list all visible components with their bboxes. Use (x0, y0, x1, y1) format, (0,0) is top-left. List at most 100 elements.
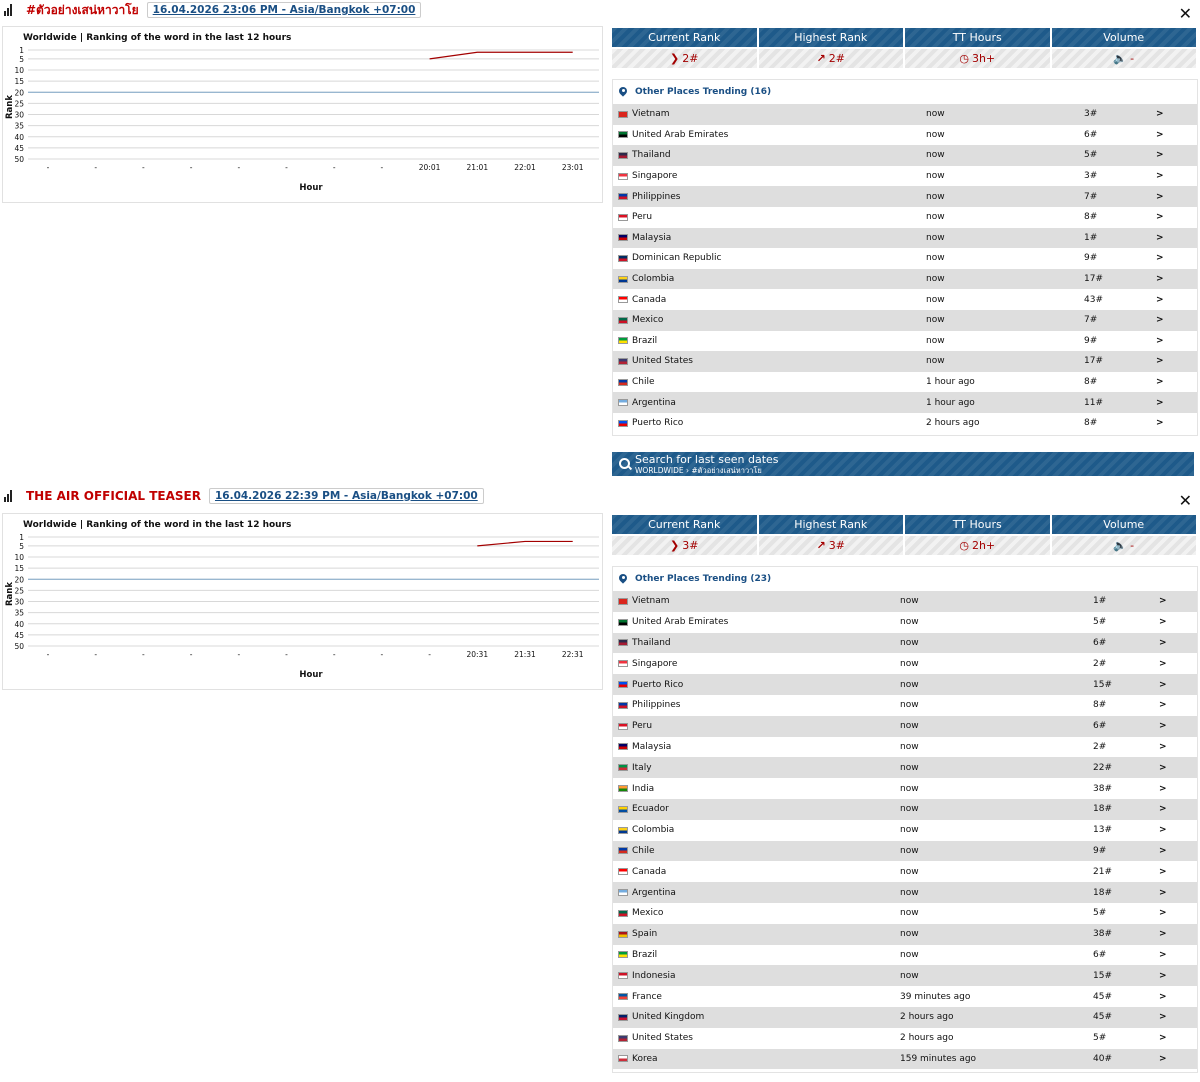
chevron-right-icon[interactable]: > (1159, 825, 1167, 835)
close-icon[interactable]: ✕ (1179, 6, 1192, 22)
place-row-malaysia[interactable]: Malaysia now 1# > (613, 227, 1197, 249)
trend-datetime-link[interactable]: 16.04.2026 22:39 PM - Asia/Bangkok +07:0… (208, 488, 484, 504)
place-row-thailand[interactable]: Thailand now 6# > (613, 632, 1197, 654)
y-tick-label: 30 (14, 111, 24, 120)
chevron-right-icon[interactable]: > (1156, 109, 1164, 119)
place-row-korea[interactable]: Korea 159 minutes ago 40# > (613, 1048, 1197, 1070)
stat-value-box: ↗ 3# (758, 536, 903, 555)
chevron-right-icon[interactable]: > (1159, 804, 1167, 814)
chevron-right-icon[interactable]: > (1156, 315, 1164, 325)
chevron-right-icon[interactable]: > (1159, 950, 1167, 960)
place-rank: 5# (1084, 150, 1098, 161)
place-row-canada[interactable]: Canada now 21# > (613, 861, 1197, 882)
place-row-puerto-rico[interactable]: Puerto Rico now 15# > (613, 674, 1197, 695)
chevron-right-icon[interactable]: > (1156, 130, 1164, 140)
chevron-right-icon[interactable]: > (1159, 763, 1167, 773)
place-rank: 6# (1084, 129, 1098, 140)
rank-series-line (429, 51, 573, 60)
flag-icon (618, 785, 628, 793)
place-row-italy[interactable]: Italy now 22# > (613, 757, 1197, 779)
place-row-vietnam[interactable]: Vietnam now 1# > (613, 591, 1197, 612)
chevron-right-icon[interactable]: > (1159, 846, 1167, 856)
place-row-chile[interactable]: Chile now 9# > (613, 840, 1197, 862)
chevron-right-icon[interactable]: > (1159, 929, 1167, 939)
chevron-right-icon[interactable]: > (1159, 1033, 1167, 1043)
chevron-right-icon[interactable]: > (1159, 700, 1167, 710)
flag-icon (618, 722, 628, 730)
place-row-colombia[interactable]: Colombia now 17# > (613, 268, 1197, 290)
chevron-right-icon[interactable]: > (1159, 867, 1167, 877)
chevron-right-icon[interactable]: > (1156, 150, 1164, 160)
place-row-thailand[interactable]: Thailand now 5# > (613, 145, 1197, 166)
chevron-right-icon[interactable]: > (1159, 784, 1167, 794)
chevron-right-icon[interactable]: > (1159, 1012, 1167, 1022)
place-row-singapore[interactable]: Singapore now 2# > (613, 653, 1197, 674)
close-icon[interactable]: ✕ (1179, 493, 1192, 509)
place-row-united-kingdom[interactable]: United Kingdom 2 hours ago 45# > (613, 1006, 1197, 1028)
place-row-spain[interactable]: Spain now 38# > (613, 923, 1197, 945)
chevron-right-icon[interactable]: > (1156, 212, 1164, 222)
place-row-philippines[interactable]: Philippines now 7# > (613, 186, 1197, 207)
place-row-canada[interactable]: Canada now 43# > (613, 289, 1197, 310)
chevron-right-icon[interactable]: > (1159, 680, 1167, 690)
place-row-malaysia[interactable]: Malaysia now 2# > (613, 737, 1197, 758)
flag-icon (618, 337, 628, 345)
chevron-right-icon[interactable]: > (1156, 274, 1164, 284)
place-row-indonesia[interactable]: Indonesia now 15# > (613, 965, 1197, 987)
chevron-right-icon[interactable]: > (1159, 617, 1167, 627)
trending-up-icon: ↗ (816, 52, 826, 65)
place-rank: 5# (1093, 908, 1107, 919)
place-row-ecuador[interactable]: Ecuador now 18# > (613, 798, 1197, 820)
trend-datetime-link[interactable]: 16.04.2026 23:06 PM - Asia/Bangkok +07:0… (146, 2, 422, 18)
place-row-philippines[interactable]: Philippines now 8# > (613, 695, 1197, 716)
search-last-seen-button[interactable]: Search for last seen dates WORLDWIDE › #… (612, 452, 1194, 476)
place-row-united-arab-emirates[interactable]: United Arab Emirates now 5# > (613, 612, 1197, 633)
place-row-dominican-republic[interactable]: Dominican Republic now 9# > (613, 248, 1197, 269)
chevron-right-icon[interactable]: > (1156, 398, 1164, 408)
chevron-right-icon[interactable]: > (1159, 992, 1167, 1002)
chevron-right-icon[interactable]: > (1159, 1054, 1167, 1064)
chevron-right-icon[interactable]: > (1156, 253, 1164, 263)
place-row-puerto-rico[interactable]: Puerto Rico 2 hours ago 8# > (613, 413, 1197, 434)
place-row-vietnam[interactable]: Vietnam now 3# > (613, 104, 1197, 125)
trend-title[interactable]: #ตัวอย่างเสน่หาวาโย (26, 1, 139, 20)
place-row-united-arab-emirates[interactable]: United Arab Emirates now 6# > (613, 125, 1197, 146)
place-row-united-states[interactable]: United States now 17# > (613, 351, 1197, 372)
chevron-right-icon[interactable]: > (1156, 295, 1164, 305)
chevron-right-icon[interactable]: > (1159, 971, 1167, 981)
chevron-right-icon[interactable]: > (1159, 721, 1167, 731)
place-row-brazil[interactable]: Brazil now 6# > (613, 945, 1197, 966)
chevron-right-icon[interactable]: > (1156, 171, 1164, 181)
chevron-right-icon[interactable]: > (1156, 192, 1164, 202)
place-row-chile[interactable]: Chile 1 hour ago 8# > (613, 372, 1197, 393)
chevron-right-icon[interactable]: > (1156, 377, 1164, 387)
trend-title[interactable]: THE AIR OFFICIAL TEASER (26, 489, 201, 503)
chevron-right-icon[interactable]: > (1156, 418, 1164, 428)
place-time: now (926, 253, 945, 264)
place-rank: 9# (1084, 253, 1098, 264)
place-rank: 1# (1084, 232, 1098, 243)
place-row-peru[interactable]: Peru now 6# > (613, 715, 1197, 737)
place-row-singapore[interactable]: Singapore now 3# > (613, 166, 1197, 187)
chevron-right-icon[interactable]: > (1156, 356, 1164, 366)
chevron-right-icon[interactable]: > (1156, 336, 1164, 346)
place-row-brazil[interactable]: Brazil now 9# > (613, 331, 1197, 352)
place-row-argentina[interactable]: Argentina now 18# > (613, 882, 1197, 903)
chevron-right-icon[interactable]: > (1159, 596, 1167, 606)
place-time: 2 hours ago (900, 1033, 954, 1044)
place-row-peru[interactable]: Peru now 8# > (613, 207, 1197, 228)
chevron-right-icon[interactable]: > (1159, 742, 1167, 752)
place-row-india[interactable]: India now 38# > (613, 778, 1197, 799)
place-row-france[interactable]: France 39 minutes ago 45# > (613, 986, 1197, 1007)
chevron-right-icon[interactable]: > (1159, 638, 1167, 648)
chevron-right-icon[interactable]: > (1159, 888, 1167, 898)
place-row-mexico[interactable]: Mexico now 5# > (613, 903, 1197, 924)
place-row-argentina[interactable]: Argentina 1 hour ago 11# > (613, 392, 1197, 413)
chevron-right-icon[interactable]: > (1156, 233, 1164, 243)
place-row-united-states[interactable]: United States 2 hours ago 5# > (613, 1028, 1197, 1049)
place-row-mexico[interactable]: Mexico now 7# > (613, 309, 1197, 331)
chevron-right-icon[interactable]: > (1159, 908, 1167, 918)
place-row-colombia[interactable]: Colombia now 13# > (613, 820, 1197, 841)
chevron-right-icon[interactable]: > (1159, 659, 1167, 669)
stat-label: Highest Rank (758, 28, 903, 47)
